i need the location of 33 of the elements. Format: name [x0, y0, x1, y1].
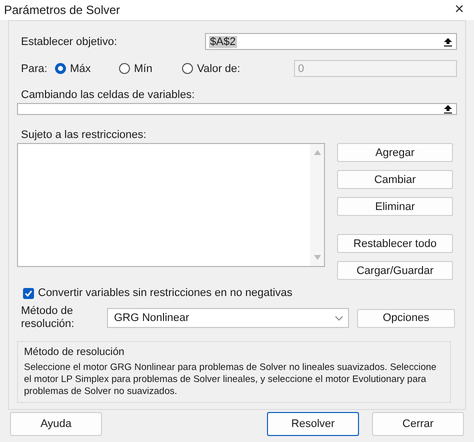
field-label: Para: [21, 62, 48, 74]
radio-option[interactable]: Mín [119, 62, 182, 74]
chevron-down-icon[interactable] [335, 316, 343, 320]
checkbox-label: Convertir variables sin restricciones en no negativas [38, 287, 292, 299]
radio-option[interactable]: Valor de: [182, 62, 276, 74]
action-button[interactable]: Cambiar [337, 170, 453, 189]
description-title: Método de resolución [24, 346, 126, 358]
footer-button[interactable]: Resolver [267, 412, 359, 436]
action-button[interactable]: Eliminar [337, 197, 453, 216]
field-label: Cambiando las celdas de variables: [21, 89, 196, 101]
close-button[interactable]: × [450, 1, 468, 19]
action-button[interactable]: Agregar [337, 143, 453, 162]
field-label: Establecer objetivo: [21, 36, 117, 48]
options-button[interactable]: Opciones [357, 308, 455, 328]
method-dropdown[interactable]: GRG Nonlinear [107, 308, 349, 328]
scroll-up-icon[interactable] [314, 150, 320, 155]
checkbox[interactable] [23, 288, 34, 298]
footer-button[interactable]: Ayuda [10, 412, 102, 436]
variables-field[interactable] [17, 103, 457, 115]
collapse-dialog-icon[interactable] [443, 36, 453, 46]
radio-option[interactable]: Máx [55, 62, 119, 74]
constraints-list[interactable] [17, 143, 325, 267]
collapse-dialog-icon[interactable] [443, 104, 453, 114]
description-text: Seleccione el motor GRG Nonlinear para problemas de Solver no lineales suavizados. Seleccione el motor LP Simplex para problemas de Solver lineales, y seleccione el motor Evolutionary para problemas de Solver no suavizados. [24, 362, 438, 398]
action-button[interactable]: Cargar/Guardar [337, 261, 453, 280]
field-label: Sujeto a las restricciones: [21, 129, 148, 141]
window-title: Parámetros de Solver [4, 3, 120, 17]
objective-field[interactable]: $A$2 [205, 33, 457, 50]
scrollbar[interactable] [310, 144, 324, 266]
action-button[interactable]: Restablecer todo [337, 234, 453, 253]
field-label: Método de resolución: [21, 305, 76, 331]
footer-button[interactable]: Cerrar [372, 412, 464, 436]
scroll-down-icon[interactable] [314, 255, 320, 260]
